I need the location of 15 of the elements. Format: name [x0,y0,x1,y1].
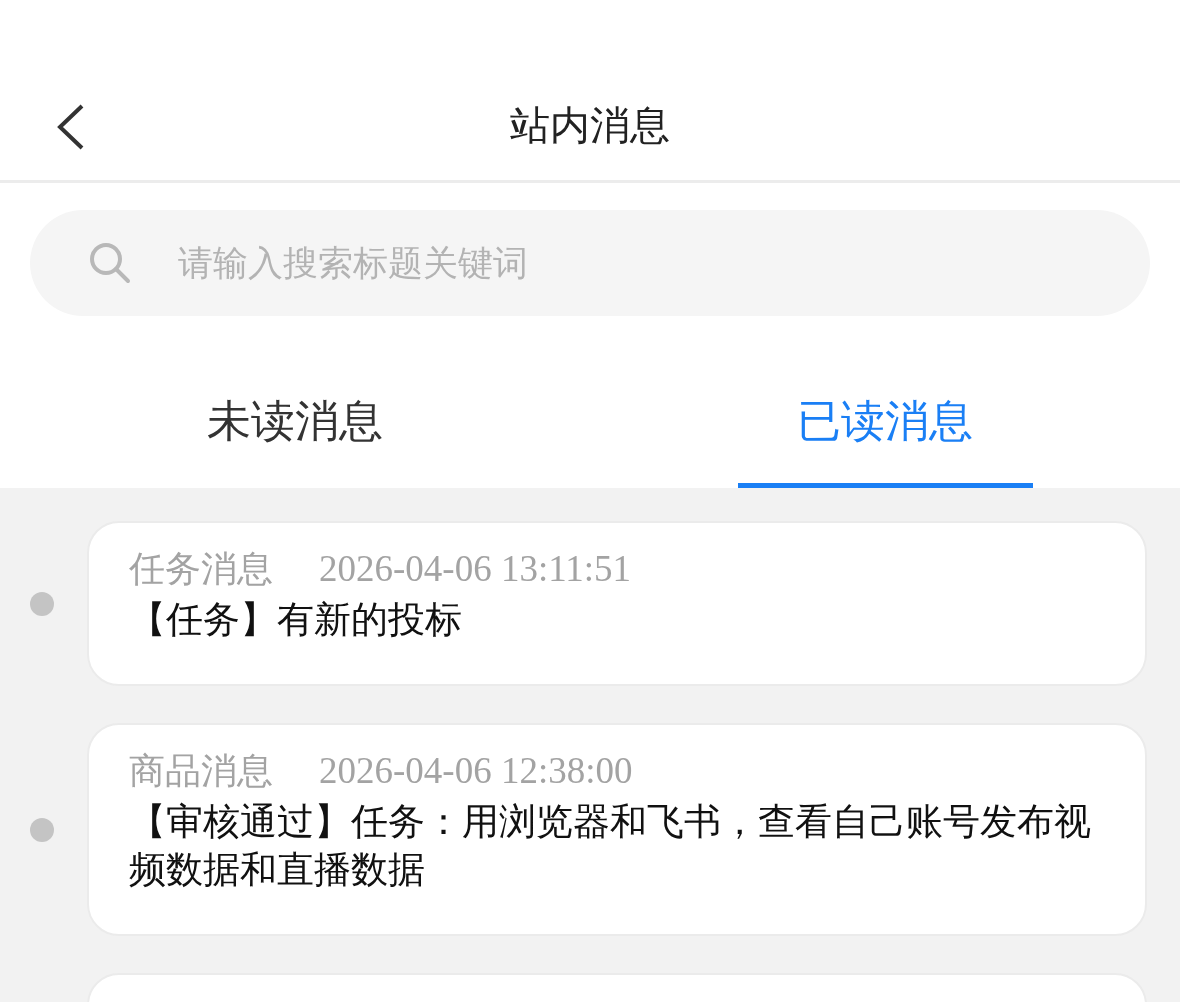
message-time: 2026-04-06 12:38:00 [319,749,633,792]
search-field[interactable]: 请输入搜索标题关键词 [176,242,1150,284]
message-card[interactable]: 任务消息 2026-04-06 13:11:51 【任务】有新的投标 [87,521,1147,686]
search-bar[interactable]: 请输入搜索标题关键词 [30,210,1150,316]
message-category: 商品消息 [129,749,273,793]
message-text: 【任务】有新的投标 [129,597,463,643]
tab[interactable]: 未读消息 [147,392,443,488]
status-dot [30,817,54,842]
message-card[interactable]: 商品消息 2026-04-06 12:38:00 【审核通过】任务：用浏览器和飞书，查看自己账号发布视频数据和直播数据 [87,723,1147,936]
search-icon [88,241,132,285]
message-category: 任务消息 [129,547,273,591]
page-title: 站内消息 [510,100,670,150]
message-text: 【审核通过】任务：用浏览器和飞书，查看自己账号发布视频数据和直播数据 [129,799,1092,893]
status-dot [30,591,54,616]
message-time: 2026-04-06 13:11:51 [319,547,632,590]
